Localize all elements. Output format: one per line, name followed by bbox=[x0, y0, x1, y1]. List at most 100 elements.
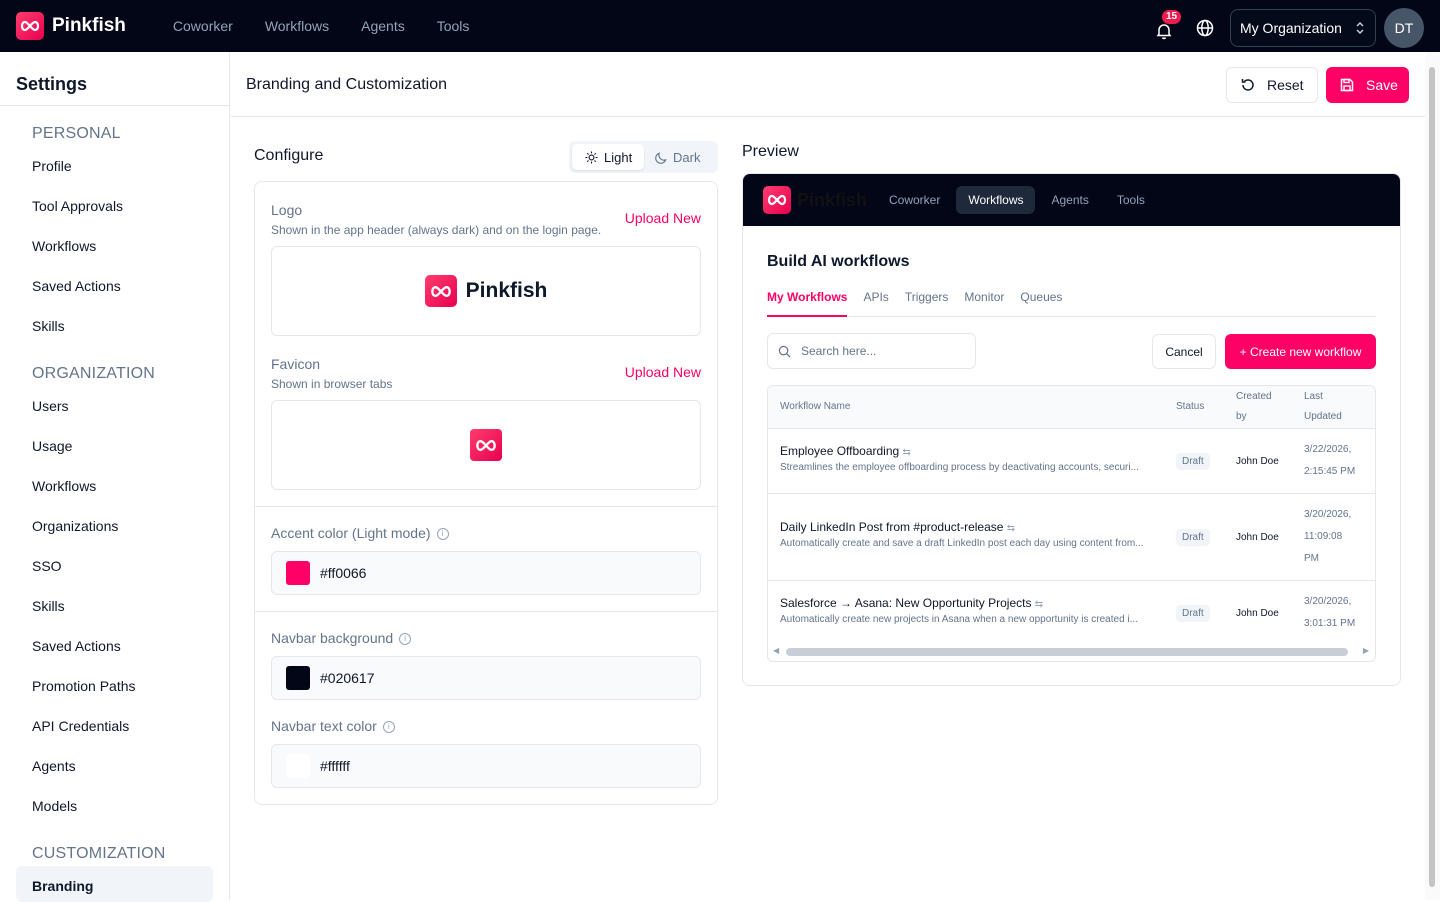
last-updated: 3/22/2026, 2:15:45 PM bbox=[1304, 439, 1364, 483]
preview-search-placeholder: Search here... bbox=[801, 344, 877, 358]
dark-mode-option[interactable]: Dark bbox=[655, 144, 700, 170]
last-updated-time: 3:01:31 PM bbox=[1304, 618, 1356, 629]
preview-workflow-table: Workflow Name Status Created by Last Upd… bbox=[767, 385, 1376, 662]
sidebar-item-personal-workflows[interactable]: Workflows bbox=[32, 238, 96, 254]
last-updated: 3/20/2026, 3:01:31 PM bbox=[1304, 591, 1364, 635]
preview-page-heading: Build AI workflows bbox=[767, 253, 910, 270]
created-by: John Doe bbox=[1236, 608, 1279, 619]
table-row: Salesforce → Asana: New Opportunity Proj… bbox=[768, 581, 1375, 645]
reset-button[interactable]: Reset bbox=[1226, 67, 1318, 103]
light-mode-option[interactable]: Light bbox=[572, 144, 644, 170]
column-updated-line2: Updated bbox=[1304, 411, 1342, 422]
infinity-icon bbox=[424, 275, 457, 307]
sidebar-item-personal-skills[interactable]: Skills bbox=[32, 318, 65, 334]
logo-label: Logo bbox=[271, 202, 303, 218]
table-row: Employee Offboarding ⇆ Streamlines the e… bbox=[768, 429, 1375, 494]
preview-tab-my-workflows: My Workflows bbox=[767, 290, 848, 317]
logo-preview[interactable]: Pinkfish bbox=[271, 246, 701, 336]
infinity-icon bbox=[16, 12, 44, 40]
sidebar-item-sso[interactable]: SSO bbox=[32, 558, 62, 574]
app-header: Pinkfish Coworker Workflows Agents Tools… bbox=[0, 0, 1440, 52]
sidebar-item-personal-saved-actions[interactable]: Saved Actions bbox=[32, 278, 121, 294]
reset-label: Reset bbox=[1267, 77, 1304, 93]
scrollbar-thumb[interactable] bbox=[1429, 67, 1435, 887]
logo-upload-button[interactable]: Upload New bbox=[625, 210, 701, 226]
navbar-background-field[interactable]: #020617 bbox=[271, 656, 701, 700]
page-title: Branding and Customization bbox=[246, 76, 448, 93]
navbar-text-swatch[interactable] bbox=[286, 754, 310, 778]
table-row: Daily LinkedIn Post from #product-releas… bbox=[768, 494, 1375, 581]
organization-select[interactable]: My Organization bbox=[1230, 9, 1376, 47]
moon-icon bbox=[655, 151, 667, 164]
bell-icon[interactable]: 15 bbox=[1156, 10, 1182, 40]
sidebar-item-org-workflows[interactable]: Workflows bbox=[32, 478, 96, 494]
accent-color-swatch[interactable] bbox=[286, 561, 310, 585]
preview-brand-name: Pinkfish bbox=[797, 189, 868, 210]
preview-create-workflow-button: + Create new workflow bbox=[1225, 334, 1376, 369]
preview-horizontal-scrollbar: ◀ ▶ bbox=[768, 645, 1375, 661]
globe-icon[interactable] bbox=[1196, 19, 1214, 37]
preview-tab-monitor: Monitor bbox=[964, 290, 1005, 304]
sidebar-item-users[interactable]: Users bbox=[32, 398, 69, 414]
brand-name: Pinkfish bbox=[52, 15, 126, 36]
accent-color-field[interactable]: #ff0066 bbox=[271, 551, 701, 595]
sidebar-item-agents[interactable]: Agents bbox=[32, 758, 76, 774]
section-divider bbox=[255, 506, 717, 507]
navbar-text-label: Navbar text color i bbox=[271, 718, 395, 734]
favicon-label: Favicon bbox=[271, 356, 321, 372]
sidebar-item-profile[interactable]: Profile bbox=[32, 158, 72, 174]
preview-table-header: Workflow Name Status Created by Last Upd… bbox=[768, 386, 1375, 429]
save-icon bbox=[1340, 78, 1354, 92]
info-icon[interactable]: i bbox=[436, 528, 449, 541]
nav-coworker[interactable]: Coworker bbox=[173, 18, 233, 34]
navbar-text-field[interactable]: #ffffff bbox=[271, 744, 701, 788]
save-button[interactable]: Save bbox=[1326, 67, 1409, 103]
section-customization: CUSTOMIZATION bbox=[32, 845, 166, 862]
column-updated-line1: Last bbox=[1304, 391, 1323, 402]
scroll-left-icon: ◀ bbox=[773, 646, 780, 655]
sidebar-item-org-saved-actions[interactable]: Saved Actions bbox=[32, 638, 121, 654]
last-updated-date: 3/20/2026, bbox=[1304, 509, 1352, 520]
sidebar-item-promotion-paths[interactable]: Promotion Paths bbox=[32, 678, 136, 694]
nav-tools[interactable]: Tools bbox=[437, 18, 470, 34]
last-updated-date: 3/22/2026, bbox=[1304, 444, 1352, 455]
preview-card: Pinkfish Coworker Workflows Agents Tools… bbox=[742, 173, 1401, 686]
preview-nav-agents: Agents bbox=[1051, 193, 1089, 207]
navbar-background-swatch[interactable] bbox=[286, 666, 310, 690]
app-logo[interactable]: Pinkfish bbox=[16, 12, 126, 40]
workflow-name: Employee Offboarding ⇆ bbox=[780, 444, 911, 458]
scrollbar-thumb bbox=[786, 648, 1348, 656]
theme-mode-toggle: Light Dark bbox=[569, 141, 718, 173]
preview-nav-workflows: Workflows bbox=[956, 186, 1036, 214]
page-scrollbar[interactable] bbox=[1425, 52, 1440, 900]
organization-name: My Organization bbox=[1240, 20, 1342, 36]
avatar[interactable]: DT bbox=[1384, 8, 1424, 48]
sidebar-item-branding[interactable]: Branding bbox=[32, 878, 93, 894]
sidebar-item-api-credentials[interactable]: API Credentials bbox=[32, 718, 129, 734]
dark-mode-label: Dark bbox=[673, 149, 701, 165]
workflow-name: Daily LinkedIn Post from #product-releas… bbox=[780, 520, 1015, 534]
sidebar-item-org-skills[interactable]: Skills bbox=[32, 598, 65, 614]
sidebar-item-models[interactable]: Models bbox=[32, 798, 77, 814]
section-personal: PERSONAL bbox=[32, 125, 121, 142]
info-icon[interactable]: i bbox=[399, 633, 412, 646]
nav-agents[interactable]: Agents bbox=[361, 18, 405, 34]
workflow-description: Streamlines the employee offboarding pro… bbox=[780, 462, 1139, 473]
preview-nav-tools: Tools bbox=[1116, 193, 1145, 207]
section-organization: ORGANIZATION bbox=[32, 365, 155, 382]
info-icon[interactable]: i bbox=[382, 721, 395, 734]
sliders-icon: ⇆ bbox=[902, 447, 911, 458]
favicon-upload-button[interactable]: Upload New bbox=[625, 364, 701, 380]
column-created-by-line2: by bbox=[1236, 411, 1247, 422]
light-mode-label: Light bbox=[604, 149, 633, 165]
workflow-name-text: Employee Offboarding bbox=[780, 444, 900, 458]
sidebar-item-tool-approvals[interactable]: Tool Approvals bbox=[32, 198, 123, 214]
navbar-text-value: #ffffff bbox=[320, 758, 350, 774]
reset-icon bbox=[1241, 79, 1254, 91]
favicon-preview[interactable] bbox=[271, 400, 701, 490]
navbar-background-label: Navbar background i bbox=[271, 630, 412, 646]
nav-workflows[interactable]: Workflows bbox=[265, 18, 329, 34]
sidebar-item-organizations[interactable]: Organizations bbox=[32, 518, 118, 534]
preview-heading: Preview bbox=[742, 143, 799, 160]
sidebar-item-usage[interactable]: Usage bbox=[32, 438, 72, 454]
